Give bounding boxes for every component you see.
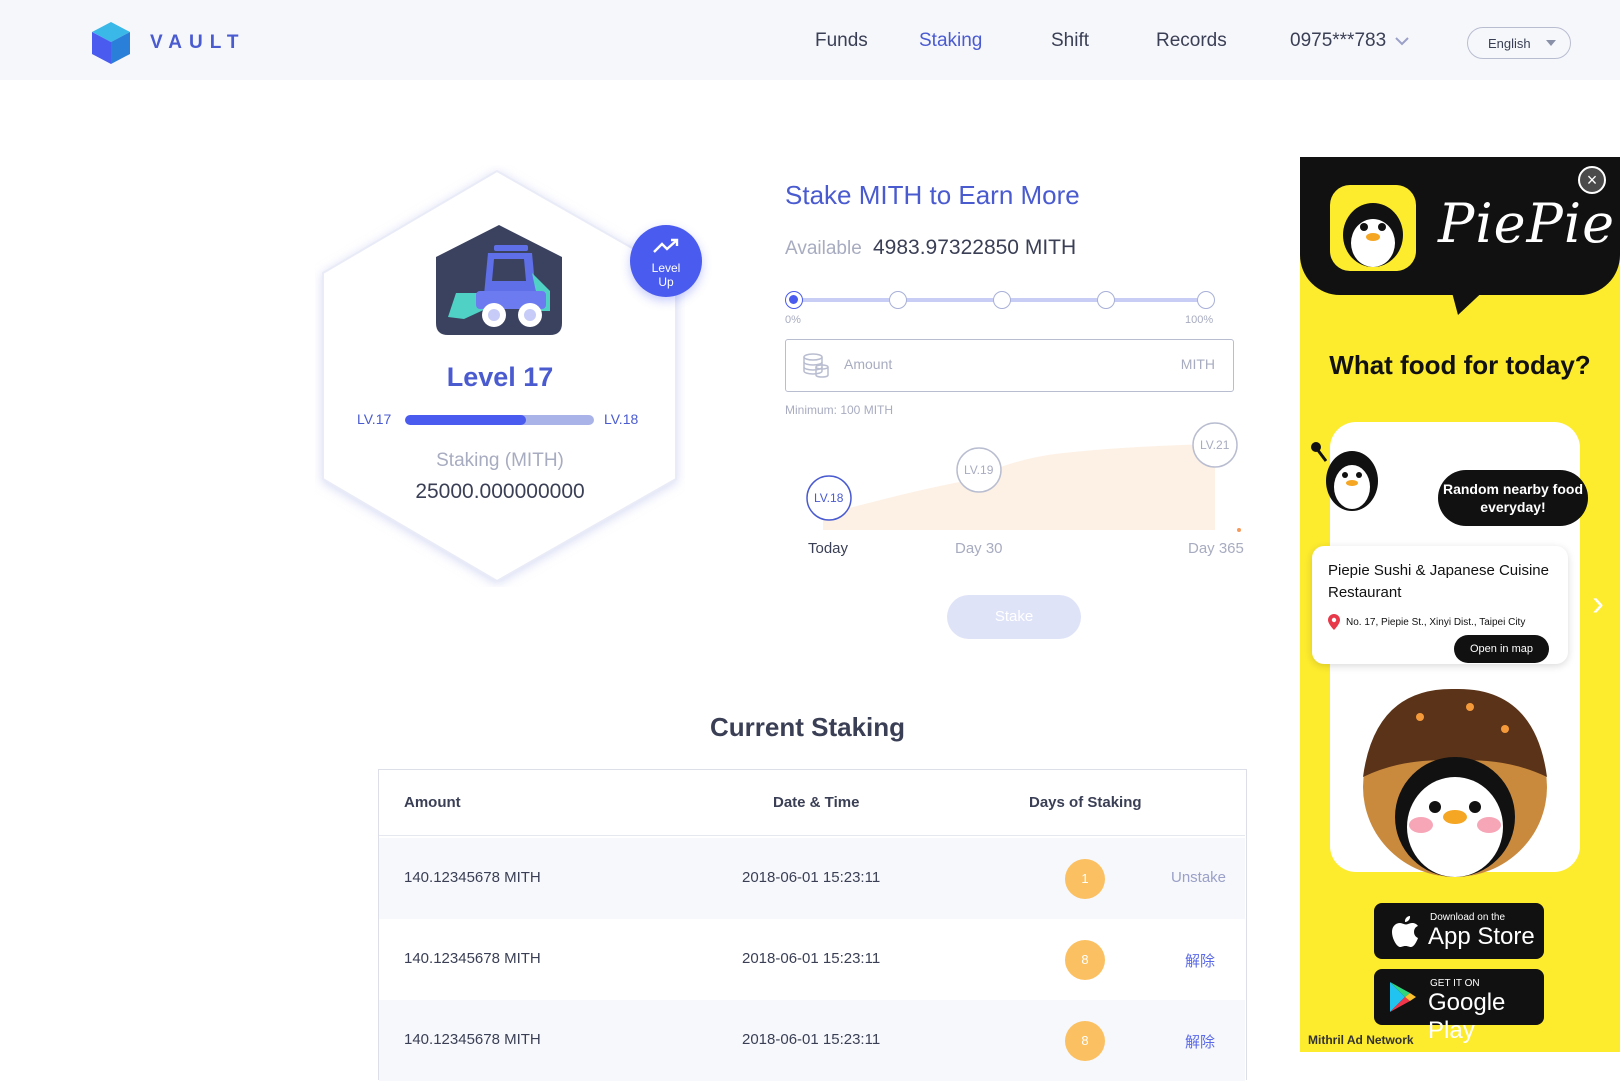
row-datetime: 2018-06-01 15:23:11 (742, 1031, 881, 1048)
col-datetime: Date & Time (773, 794, 860, 811)
level-up-text: Level Up (651, 261, 681, 289)
penguin-eating-icon (1363, 688, 1547, 877)
staking-label: Staking (MITH) (436, 450, 564, 471)
ad-brand: PiePie (1438, 192, 1616, 255)
loader-vehicle-icon (436, 225, 562, 335)
app-store-button[interactable]: Download on the App Store (1374, 903, 1544, 959)
trending-up-icon (653, 238, 679, 253)
table-row: 140.12345678 MITH 2018-06-01 15:23:11 1 … (379, 838, 1245, 919)
nav-shift[interactable]: Shift (1051, 30, 1089, 52)
amount-placeholder: Amount (844, 356, 893, 372)
projection-level-18: LV.18 (814, 491, 844, 505)
current-level-label: LV.17 (357, 411, 392, 427)
row-amount: 140.12345678 MITH (404, 950, 541, 967)
col-amount: Amount (404, 794, 461, 811)
days-badge: 1 (1065, 859, 1105, 899)
app-store-big: App Store (1428, 923, 1535, 950)
slider-stop-50[interactable] (993, 291, 1011, 309)
slider-stop-75[interactable] (1097, 291, 1115, 309)
google-play-small: GET IT ON (1430, 978, 1480, 989)
table-row: 140.12345678 MITH 2018-06-01 15:23:11 8 … (379, 919, 1245, 1000)
projection-level-21: LV.21 (1200, 438, 1230, 452)
google-play-icon (1390, 982, 1416, 1012)
projection-label-day30: Day 30 (955, 540, 1003, 557)
staking-value: 25000.000000000 (415, 480, 585, 503)
projection-level-19: LV.19 (964, 463, 994, 477)
level-progress-bar (405, 415, 594, 425)
penguin-logo-icon (1330, 185, 1416, 271)
level-title: Level 17 (446, 362, 554, 392)
slider-stop-100[interactable] (1197, 291, 1215, 309)
level-up-label: Level Up (630, 261, 702, 289)
app-store-small: Download on the (1430, 912, 1506, 923)
brand-name: VAULT (150, 32, 246, 53)
current-staking-title: Current Staking (709, 712, 906, 742)
projection-graph (801, 422, 1241, 532)
ad-speech-bubble: Random nearby food everyday! (1438, 470, 1588, 526)
table-header: Amount Date & Time Days of Staking (379, 770, 1245, 836)
available-value: 4983.97322850 MITH (873, 236, 1077, 259)
next-level-label: LV.18 (604, 411, 639, 427)
row-amount: 140.12345678 MITH (404, 869, 541, 886)
nav-funds[interactable]: Funds (815, 30, 868, 52)
days-badge: 8 (1065, 1021, 1105, 1061)
caret-down-icon (1546, 40, 1556, 46)
top-navbar: VAULT Funds Staking Shift Records 0975**… (0, 0, 1620, 80)
close-ad-button[interactable]: × (1578, 166, 1606, 194)
slider-stop-25[interactable] (889, 291, 907, 309)
ad-header: PiePie (1300, 157, 1620, 315)
col-days: Days of Staking (1029, 794, 1142, 811)
amount-input[interactable]: Amount MITH (785, 339, 1234, 392)
restaurant-name: Piepie Sushi & Japanese Cuisine Restaura… (1328, 562, 1549, 601)
level-up-button[interactable]: Level Up (630, 225, 702, 297)
speech-tail (1450, 285, 1490, 315)
restaurant-address: No. 17, Piepie St., Xinyi Dist., Taipei … (1346, 617, 1526, 628)
projection-label-day365: Day 365 (1188, 540, 1244, 557)
language-select[interactable]: English (1467, 27, 1571, 59)
projection-label-today: Today (808, 540, 849, 557)
stake-title: Stake MITH to Earn More (785, 180, 1080, 210)
language-label: English (1488, 35, 1531, 51)
days-badge: 8 (1065, 940, 1105, 980)
row-amount: 140.12345678 MITH (404, 1031, 541, 1048)
nav-staking[interactable]: Staking (919, 30, 982, 52)
available-label: Available (785, 238, 862, 259)
account-menu[interactable]: 0975***783 (1290, 30, 1410, 52)
cube-logo-icon (92, 22, 130, 64)
nav-records[interactable]: Records (1156, 30, 1227, 52)
vault-logo[interactable]: VAULT (90, 20, 246, 66)
google-play-button[interactable]: GET IT ON Google Play (1374, 969, 1544, 1044)
level-card: Level Up Level 17 LV.17 LV.18 Staking (MI… (315, 165, 702, 587)
account-label: 0975***783 (1290, 30, 1387, 51)
minimum-text: Minimum: 100 MITH (785, 403, 894, 417)
table-row: 140.12345678 MITH 2018-06-01 15:23:11 8 … (379, 1000, 1245, 1081)
slider-max-label: 100% (1185, 314, 1214, 326)
staking-table: Amount Date & Time Days of Staking 140.1… (378, 769, 1247, 1081)
level-projection-chart: LV.18 LV.19 LV.21 Today Day 30 Day 365 (795, 420, 1245, 570)
chevron-right-icon[interactable]: › (1592, 582, 1604, 624)
slider-min-label: 0% (785, 314, 801, 326)
google-play-big: Google Play (1428, 989, 1506, 1044)
penguin-mascot-icon (1311, 442, 1378, 511)
ad-banner[interactable]: PiePie What food for today? Random nearb… (1300, 157, 1620, 1052)
coins-icon (803, 353, 829, 378)
row-datetime: 2018-06-01 15:23:11 (742, 869, 881, 886)
unstake-button[interactable]: 解除 (1185, 1031, 1215, 1052)
unstake-button[interactable]: 解除 (1185, 950, 1215, 971)
chevron-down-icon (1395, 37, 1409, 46)
row-datetime: 2018-06-01 15:23:11 (742, 950, 881, 967)
amount-unit: MITH (1180, 356, 1215, 372)
map-pin-icon (1328, 614, 1340, 630)
open-in-map-button[interactable]: Open in map (1454, 635, 1549, 663)
level-progress-fill (405, 415, 526, 425)
unstake-button[interactable]: Unstake (1171, 869, 1226, 886)
ad-headline: What food for today? (1329, 350, 1591, 380)
slider-stop-0[interactable] (785, 291, 803, 309)
stake-button[interactable]: Stake (947, 595, 1081, 639)
stake-percent-slider[interactable]: 0% 100% (785, 288, 1215, 328)
ad-network-label: Mithril Ad Network (1308, 1033, 1414, 1047)
apple-icon (1392, 916, 1418, 947)
